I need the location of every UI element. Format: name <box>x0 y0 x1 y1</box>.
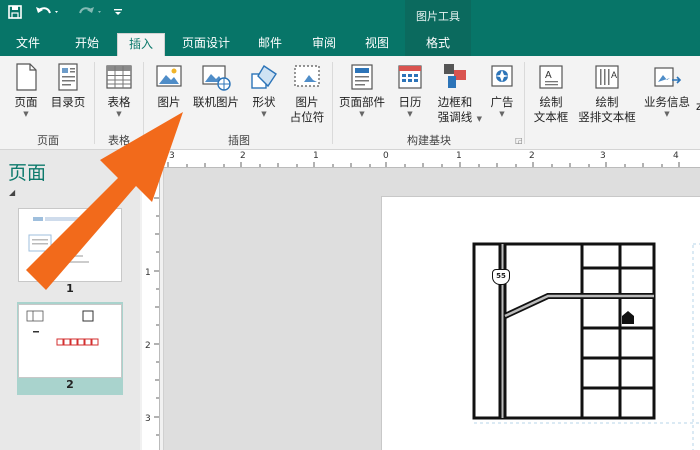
shapes-button[interactable]: 形状 ▼ <box>244 62 284 119</box>
title-bar: 图片工具 <box>0 0 700 33</box>
group-divider <box>94 62 95 144</box>
ruler-label: 3 <box>145 414 151 424</box>
draw-vertical-textbox-button[interactable]: A 绘制 竖排文本框 <box>576 62 638 125</box>
page-button-label: 页面 <box>14 95 38 109</box>
group-divider <box>332 62 333 144</box>
borders-accents-button[interactable]: 边框和 强调线 ▼ <box>430 62 482 125</box>
picture-placeholder-icon <box>294 65 320 87</box>
page-parts-label: 页面部件 <box>339 95 385 109</box>
truncated-button-label: z <box>695 99 700 113</box>
pages-pane: 页面 ◢ 1 2 <box>0 150 140 450</box>
shapes-button-label: 形状 <box>252 95 276 109</box>
ruler-label: 3 <box>600 151 606 161</box>
tab-file[interactable]: 文件 <box>6 33 50 56</box>
ads-button-label: 广告 <box>490 95 514 109</box>
ruler-label: 2 <box>529 151 535 161</box>
route-shield-icon: 55 <box>492 269 510 285</box>
borders-label-2: 强调线 <box>437 110 473 124</box>
ribbon-tabs: 文件 开始 插入 页面设计 邮件 审阅 视图 格式 <box>0 33 700 56</box>
collapse-icon[interactable]: ◢ <box>9 188 15 197</box>
svg-text:A: A <box>611 70 617 80</box>
catalog-page-label: 目录页 <box>50 95 86 109</box>
picture-icon <box>156 65 182 87</box>
ads-button[interactable]: 广告 ▼ <box>484 62 520 119</box>
draw-textbox-button[interactable]: A 绘制 文本框 <box>530 62 572 125</box>
catalog-page-icon <box>58 63 78 91</box>
group-label-pages: 页面 <box>37 134 59 147</box>
group-divider <box>143 62 144 144</box>
dialog-launcher-icon[interactable]: ◲ <box>515 136 523 145</box>
customize-qat-icon[interactable] <box>110 0 126 24</box>
table-button[interactable]: 表格 ▼ <box>98 62 140 119</box>
borders-accents-icon <box>444 64 466 88</box>
calendar-button-label: 日历 <box>398 95 422 109</box>
ruler-label: 3 <box>169 151 175 161</box>
ruler-label: 4 <box>673 151 679 161</box>
group-divider <box>524 62 525 144</box>
ruler-label: 1 <box>456 151 462 161</box>
ruler-label: 1 <box>145 268 151 278</box>
textbox-icon: A <box>539 65 563 89</box>
ruler-label: 2 <box>145 341 151 351</box>
undo-icon[interactable] <box>32 0 62 24</box>
tab-format[interactable]: 格式 <box>405 33 471 56</box>
borders-label-1: 边框和 <box>437 95 473 109</box>
picture-placeholder-label-1: 图片 <box>295 95 319 109</box>
online-picture-icon <box>202 65 231 91</box>
thumbnail-image <box>18 208 122 282</box>
pages-pane-title: 页面 <box>8 162 47 184</box>
picture-placeholder-button[interactable]: 图片 占位符 <box>285 62 329 125</box>
context-tool-title: 图片工具 <box>405 0 471 33</box>
textbox-label-1: 绘制 <box>539 95 563 109</box>
online-picture-button[interactable]: 联机图片 <box>189 62 243 110</box>
tab-home[interactable]: 开始 <box>64 33 110 56</box>
save-icon[interactable] <box>4 0 26 24</box>
page-button[interactable]: 页面 ▼ <box>6 62 46 119</box>
picture-button-label: 图片 <box>157 95 181 109</box>
online-picture-label: 联机图片 <box>193 95 239 109</box>
tab-review[interactable]: 审阅 <box>302 33 346 56</box>
table-icon <box>106 65 132 89</box>
page-parts-button[interactable]: 页面部件 ▼ <box>336 62 388 119</box>
tab-mailings[interactable]: 邮件 <box>248 33 292 56</box>
tab-view[interactable]: 视图 <box>354 33 400 56</box>
ruler-label: 2 <box>240 151 246 161</box>
map-image[interactable] <box>382 197 700 450</box>
page-thumbnail-2[interactable]: 2 <box>17 302 123 395</box>
page-icon <box>16 63 37 91</box>
page-number: 2 <box>66 378 74 391</box>
page-thumbnail-1[interactable]: 1 <box>17 208 123 296</box>
calendar-button[interactable]: 日历 ▼ <box>392 62 428 119</box>
redo-icon[interactable] <box>76 0 106 24</box>
ruler-label: 1 <box>313 151 319 161</box>
document-page[interactable]: 55 <box>381 196 700 450</box>
shapes-icon <box>251 65 277 89</box>
svg-text:A: A <box>545 70 552 81</box>
catalog-page-button[interactable]: 目录页 <box>47 62 89 110</box>
calendar-icon <box>398 65 422 89</box>
textbox-label-2: 文本框 <box>533 110 569 124</box>
vertical-textbox-label-2: 竖排文本框 <box>578 110 636 124</box>
group-label-building-blocks: 构建基块 <box>407 134 451 147</box>
tab-page-design[interactable]: 页面设计 <box>172 33 240 56</box>
page-parts-icon <box>351 64 373 90</box>
vertical-textbox-icon: A <box>595 65 619 89</box>
tab-insert[interactable]: 插入 <box>117 33 165 56</box>
ruler-label: 0 <box>383 151 389 161</box>
table-button-label: 表格 <box>107 95 131 109</box>
thumbnail-image <box>18 304 122 378</box>
group-label-tables: 表格 <box>108 134 130 147</box>
group-label-illustrations: 插图 <box>228 134 250 147</box>
business-info-button[interactable]: 业务信息 ▼ <box>640 62 694 119</box>
horizontal-ruler: 3 2 1 0 1 2 3 4 <box>164 150 700 168</box>
vertical-ruler: 1 2 3 <box>142 168 160 450</box>
page-number: 1 <box>66 282 74 295</box>
ribbon: 页面 ▼ 目录页 页面 表格 ▼ 表格 图片 联机图片 形状 ▼ 图片 占位符 … <box>0 56 700 150</box>
business-info-icon <box>654 67 682 87</box>
vertical-textbox-label-1: 绘制 <box>595 95 619 109</box>
business-info-label: 业务信息 <box>644 95 690 109</box>
ads-icon <box>491 65 513 87</box>
picture-button[interactable]: 图片 <box>150 62 188 110</box>
picture-placeholder-label-2: 占位符 <box>289 110 325 124</box>
